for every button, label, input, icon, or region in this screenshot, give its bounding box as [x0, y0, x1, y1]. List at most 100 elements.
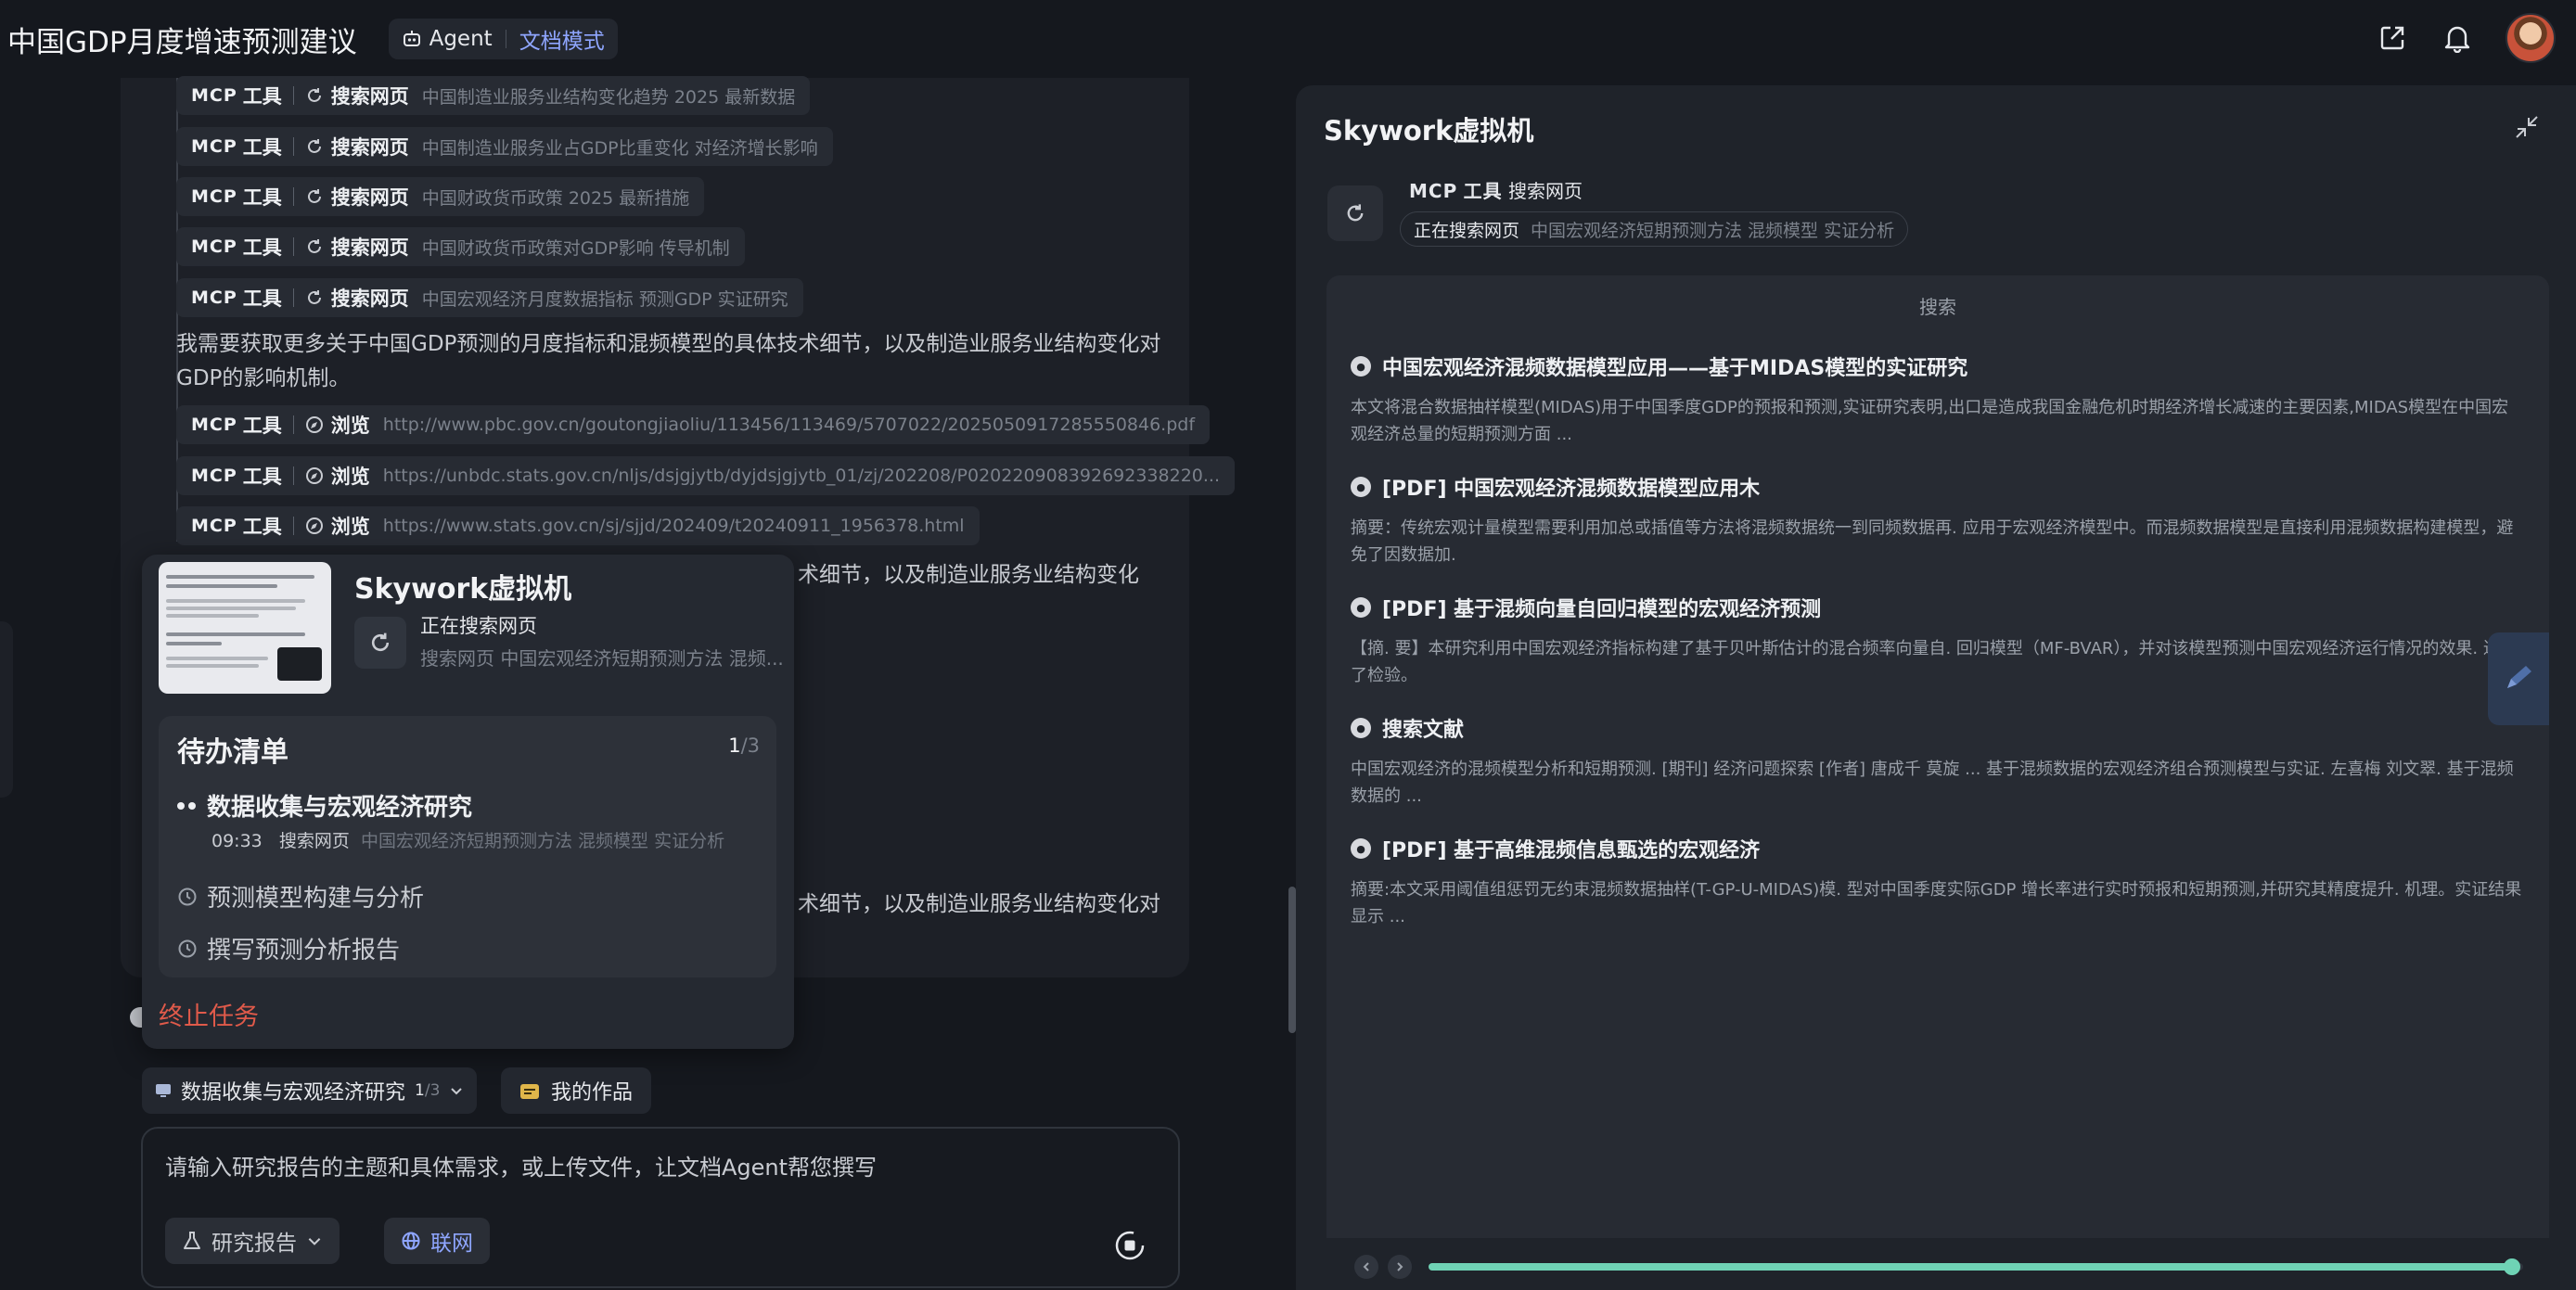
report-type-select[interactable]: 研究报告	[165, 1218, 340, 1264]
tool-action: 搜索网页	[330, 236, 409, 259]
search-result[interactable]: ● [PDF] 基于高维混频信息甄选的宏观经济 摘要:本文采用阈值组惩罚无约束混频…	[1351, 834, 2523, 930]
previous-button[interactable]	[1354, 1255, 1378, 1279]
todo-total: /3	[740, 734, 760, 757]
task-chip-count: 1/3	[415, 1081, 440, 1100]
refresh-icon	[307, 88, 321, 102]
todo-item-active[interactable]: 数据收集与宏观经济研究	[177, 788, 472, 823]
stop-generation-icon[interactable]	[1113, 1229, 1147, 1262]
search-result[interactable]: ● 中国宏观经济混频数据模型应用——基于MIDAS模型的实证研究 本文将混合数据抽…	[1351, 351, 2523, 448]
tool-label: 工具	[242, 136, 282, 159]
site-favicon-icon: ●	[1351, 356, 1371, 377]
assistant-message: 我需要获取更多关于中国GDP预测的月度指标和混频模型的具体技术细节，以及制造业服…	[176, 332, 1161, 390]
result-title[interactable]: [PDF] 中国宏观经济混频数据模型应用木	[1382, 472, 1760, 502]
vm-tool-label: MCP 工具 搜索网页	[1409, 176, 1583, 203]
web-search-toggle[interactable]: 联网	[384, 1218, 490, 1264]
divider	[292, 466, 294, 485]
tool-call-row[interactable]: MCP 工具 搜索网页 中国财政货币政策 2025 最新措施	[176, 177, 705, 216]
divider	[292, 137, 294, 156]
vm-panel: Skywork虚拟机 MCP 工具 搜索网页 正在搜索网页 中国宏观经济短期预测…	[1296, 85, 2576, 1290]
todo-item-pending[interactable]: 预测模型构建与分析	[177, 879, 424, 913]
message-fragment: 术细节，以及制造业服务业结构变化对	[798, 892, 1160, 916]
result-title[interactable]: 搜索文献	[1382, 713, 1464, 743]
playback-progress[interactable]	[1429, 1258, 2523, 1275]
divider	[292, 237, 294, 256]
header-actions	[2376, 13, 2556, 63]
tool-call-row[interactable]: MCP 工具 搜索网页 中国制造业服务业占GDP比重变化 对经济增长影响	[176, 127, 833, 166]
result-title[interactable]: 中国宏观经济混频数据模型应用——基于MIDAS模型的实证研究	[1382, 351, 1967, 381]
compass-icon	[305, 467, 323, 484]
result-snippet: 【摘. 要】本研究利用中国宏观经济指标构建了基于贝叶斯估计的混合频率向量自. 回…	[1351, 639, 2517, 685]
tool-query: 中国制造业服务业占GDP比重变化 对经济增长影响	[421, 137, 818, 159]
compass-icon	[305, 416, 323, 433]
mcp-label: MCP	[191, 85, 237, 106]
vm-preview-thumbnail[interactable]	[159, 562, 331, 694]
divider	[292, 86, 294, 105]
mcp-label: MCP	[191, 466, 237, 486]
result-title[interactable]: [PDF] 基于混频向量自回归模型的宏观经济预测	[1382, 593, 1821, 622]
prompt-input[interactable]	[165, 1149, 1148, 1186]
todo-item-pending[interactable]: 撰写预测分析报告	[177, 931, 400, 965]
todo-done: 1	[728, 734, 741, 757]
folder-icon	[520, 1084, 539, 1099]
popover-vm-query: 搜索网页 中国宏观经济短期预测方法 混频...	[420, 647, 784, 670]
share-icon[interactable]	[2376, 21, 2409, 55]
search-result[interactable]: ● 搜索文献 中国宏观经济的混频模型分析和短期预测. [期刊] 经济问题探索 [作…	[1351, 713, 2523, 810]
bell-icon[interactable]	[2441, 21, 2474, 55]
tool-label: 工具	[242, 186, 282, 209]
mcp-label: MCP	[191, 415, 237, 435]
collapsed-sidebar-edge[interactable]	[0, 621, 13, 798]
result-title[interactable]: [PDF] 基于高维混频信息甄选的宏观经济	[1382, 834, 1760, 863]
tool-query: 中国宏观经济月度数据指标 预测GDP 实证研究	[421, 288, 788, 310]
tool-query: https://unbdc.stats.gov.cn/nljs/dsjgjytb…	[382, 466, 1220, 486]
mcp-label: MCP	[1409, 180, 1458, 202]
stop-task-button[interactable]: 终止任务	[159, 996, 259, 1032]
tool-call-row[interactable]: MCP 工具 浏览 http://www.pbc.gov.cn/goutongjia…	[176, 405, 1211, 444]
next-button[interactable]	[1388, 1255, 1412, 1279]
progress-fill	[1429, 1263, 2513, 1271]
tool-label: 工具	[1463, 180, 1503, 202]
tool-query: 中国财政货币政策对GDP影响 传导机制	[421, 237, 730, 259]
playback-bar	[1326, 1238, 2549, 1290]
tool-call-row[interactable]: MCP 工具 搜索网页 中国财政货币政策对GDP影响 传导机制	[176, 227, 745, 266]
tool-call-row[interactable]: MCP 工具 搜索网页 中国制造业服务业结构变化趋势 2025 最新数据	[176, 76, 811, 115]
tool-call-row[interactable]: MCP 工具 搜索网页 中国宏观经济月度数据指标 预测GDP 实证研究	[176, 278, 803, 317]
web-search-label: 联网	[430, 1232, 473, 1256]
mcp-label: MCP	[191, 136, 237, 157]
task-chip-total: /3	[424, 1081, 441, 1100]
tool-call-row[interactable]: MCP 工具 浏览 https://unbdc.stats.gov.cn/nljs/…	[176, 456, 1235, 495]
site-favicon-icon: ●	[1351, 597, 1371, 618]
avatar[interactable]	[2506, 13, 2556, 63]
tool-label: 工具	[242, 415, 282, 437]
todo-item-meta: 09:33 搜索网页 中国宏观经济短期预测方法 混频模型 实证分析	[211, 827, 724, 852]
my-works-button[interactable]: 我的作品	[501, 1067, 652, 1114]
globe-icon	[402, 1232, 420, 1250]
mcp-label: MCP	[191, 516, 237, 536]
todo-time: 09:33	[211, 831, 263, 851]
todo-action: 搜索网页	[278, 831, 350, 851]
current-task-chip[interactable]: 数据收集与宏观经济研究 1/3	[142, 1067, 478, 1114]
mcp-label: MCP	[191, 186, 237, 207]
refresh-icon	[307, 239, 321, 253]
tool-call-row[interactable]: MCP 工具 浏览 https://www.stats.gov.cn/sj/sjjd…	[176, 506, 980, 545]
search-result[interactable]: ● [PDF] 基于混频向量自回归模型的宏观经济预测 【摘. 要】本研究利用中国宏…	[1351, 593, 2523, 689]
chat-scrollbar[interactable]	[1288, 887, 1296, 1033]
result-snippet: 摘要:本文采用阈值组惩罚无约束混频数据抽样(T-GP-U-MIDAS)模. 型对…	[1351, 880, 2522, 926]
tool-label: 工具	[242, 236, 282, 259]
search-result[interactable]: ● [PDF] 中国宏观经济混频数据模型应用木 摘要：传统宏观计量模型需要利用加总…	[1351, 472, 2523, 568]
doc-mode-label[interactable]: 文档模式	[519, 23, 605, 55]
divider	[292, 187, 294, 206]
refresh-icon	[307, 189, 321, 203]
chevron-down-icon	[451, 1088, 463, 1095]
mode-switcher[interactable]: Agent 文档模式	[388, 19, 618, 59]
agent-mode[interactable]: Agent	[402, 27, 493, 51]
progress-handle[interactable]	[2504, 1258, 2521, 1275]
tool-action: 搜索网页	[330, 136, 409, 159]
search-status-icon	[354, 617, 406, 669]
todo-item-label: 数据收集与宏观经济研究	[207, 794, 473, 822]
popover-vm-title: Skywork虚拟机	[354, 573, 572, 606]
collapse-icon[interactable]	[2515, 115, 2539, 139]
todo-item-label: 预测模型构建与分析	[207, 885, 425, 913]
mcp-label: MCP	[191, 236, 237, 257]
todo-list: 待办清单 1/3 数据收集与宏观经济研究 09:33 搜索网页 中国宏观经济短期…	[159, 716, 776, 977]
side-tab-button[interactable]	[2488, 632, 2549, 725]
